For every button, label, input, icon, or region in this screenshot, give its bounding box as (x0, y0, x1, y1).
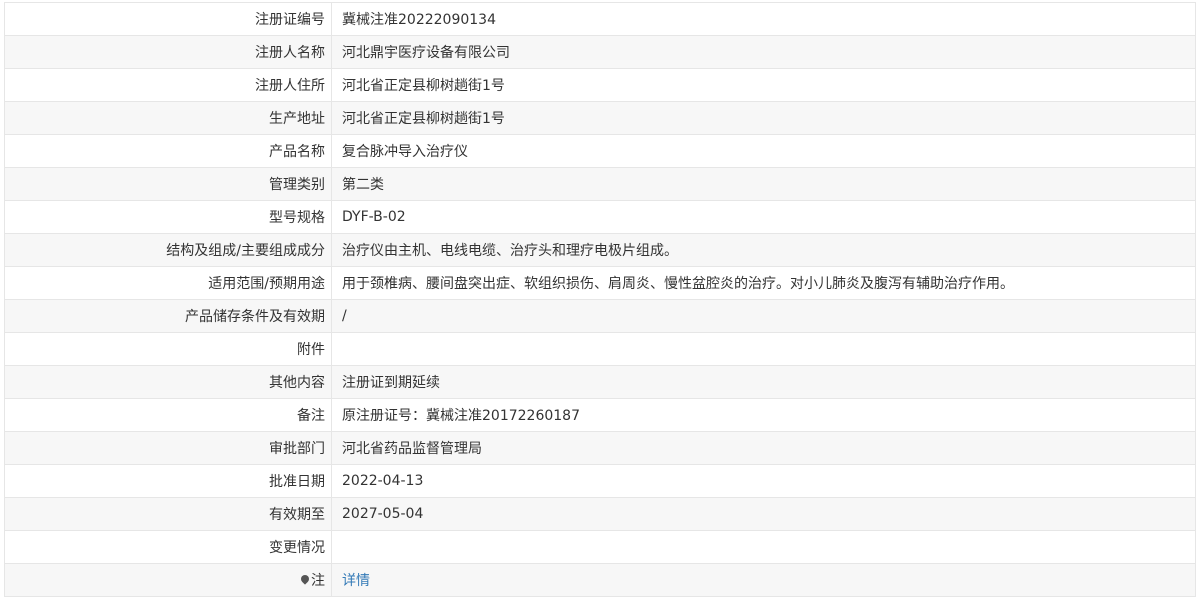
field-value: 河北省正定县柳树趟街1号 (331, 101, 1196, 135)
field-label: 附件 (4, 332, 332, 366)
table-row: 有效期至 2027-05-04 (4, 497, 1196, 531)
field-label: 审批部门 (4, 431, 332, 465)
field-value: 冀械注准20222090134 (331, 2, 1196, 36)
registration-detail-page: 注册证编号 冀械注准20222090134 注册人名称 河北鼎宇医疗设备有限公司… (0, 0, 1200, 609)
table-row: 备注 原注册证号：冀械注准20172260187 (4, 398, 1196, 432)
table-row: 产品名称 复合脉冲导入治疗仪 (4, 134, 1196, 168)
field-label: 注册人名称 (4, 35, 332, 69)
field-value: 治疗仪由主机、电线电缆、治疗头和理疗电极片组成。 (331, 233, 1196, 267)
table-row: 产品储存条件及有效期 / (4, 299, 1196, 333)
field-label: 变更情况 (4, 530, 332, 564)
field-label: 有效期至 (4, 497, 332, 531)
table-row: 生产地址 河北省正定县柳树趟街1号 (4, 101, 1196, 135)
table-row: 变更情况 (4, 530, 1196, 564)
table-row: 审批部门 河北省药品监督管理局 (4, 431, 1196, 465)
field-value: 河北省正定县柳树趟街1号 (331, 68, 1196, 102)
field-label: 型号规格 (4, 200, 332, 234)
field-label: 产品储存条件及有效期 (4, 299, 332, 333)
field-value: 第二类 (331, 167, 1196, 201)
field-value: 河北鼎宇医疗设备有限公司 (331, 35, 1196, 69)
table-row: 结构及组成/主要组成成分 治疗仪由主机、电线电缆、治疗头和理疗电极片组成。 (4, 233, 1196, 267)
field-label: 注册证编号 (4, 2, 332, 36)
table-row-note: 注 详情 (4, 563, 1196, 597)
field-label: 结构及组成/主要组成成分 (4, 233, 332, 267)
field-label: 注册人住所 (4, 68, 332, 102)
details-link[interactable]: 详情 (342, 573, 370, 589)
field-label: 批准日期 (4, 464, 332, 498)
field-label: 管理类别 (4, 167, 332, 201)
field-label: 产品名称 (4, 134, 332, 168)
table-row: 其他内容 注册证到期延续 (4, 365, 1196, 399)
table-row: 批准日期 2022-04-13 (4, 464, 1196, 498)
table-row: 管理类别 第二类 (4, 167, 1196, 201)
table-row: 注册人住所 河北省正定县柳树趟街1号 (4, 68, 1196, 102)
field-value (331, 530, 1196, 564)
note-value-cell: 详情 (331, 563, 1196, 597)
field-value: 用于颈椎病、腰间盘突出症、软组织损伤、肩周炎、慢性盆腔炎的治疗。对小儿肺炎及腹泻… (331, 266, 1196, 300)
table-row: 注册证编号 冀械注准20222090134 (4, 2, 1196, 36)
note-label-cell: 注 (4, 563, 332, 597)
table-row: 适用范围/预期用途 用于颈椎病、腰间盘突出症、软组织损伤、肩周炎、慢性盆腔炎的治… (4, 266, 1196, 300)
field-value: 复合脉冲导入治疗仪 (331, 134, 1196, 168)
pin-icon (299, 573, 311, 585)
table-row: 附件 (4, 332, 1196, 366)
table-row: 型号规格 DYF-B-02 (4, 200, 1196, 234)
field-label: 生产地址 (4, 101, 332, 135)
field-value: 注册证到期延续 (331, 365, 1196, 399)
registration-detail-table: 注册证编号 冀械注准20222090134 注册人名称 河北鼎宇医疗设备有限公司… (4, 2, 1196, 597)
field-value: 河北省药品监督管理局 (331, 431, 1196, 465)
field-value (331, 332, 1196, 366)
field-value: 2022-04-13 (331, 464, 1196, 498)
field-value: / (331, 299, 1196, 333)
table-row: 注册人名称 河北鼎宇医疗设备有限公司 (4, 35, 1196, 69)
note-label: 注 (311, 573, 325, 589)
field-value: 2027-05-04 (331, 497, 1196, 531)
field-value: DYF-B-02 (331, 200, 1196, 234)
field-label: 适用范围/预期用途 (4, 266, 332, 300)
field-label: 备注 (4, 398, 332, 432)
field-value: 原注册证号：冀械注准20172260187 (331, 398, 1196, 432)
field-label: 其他内容 (4, 365, 332, 399)
